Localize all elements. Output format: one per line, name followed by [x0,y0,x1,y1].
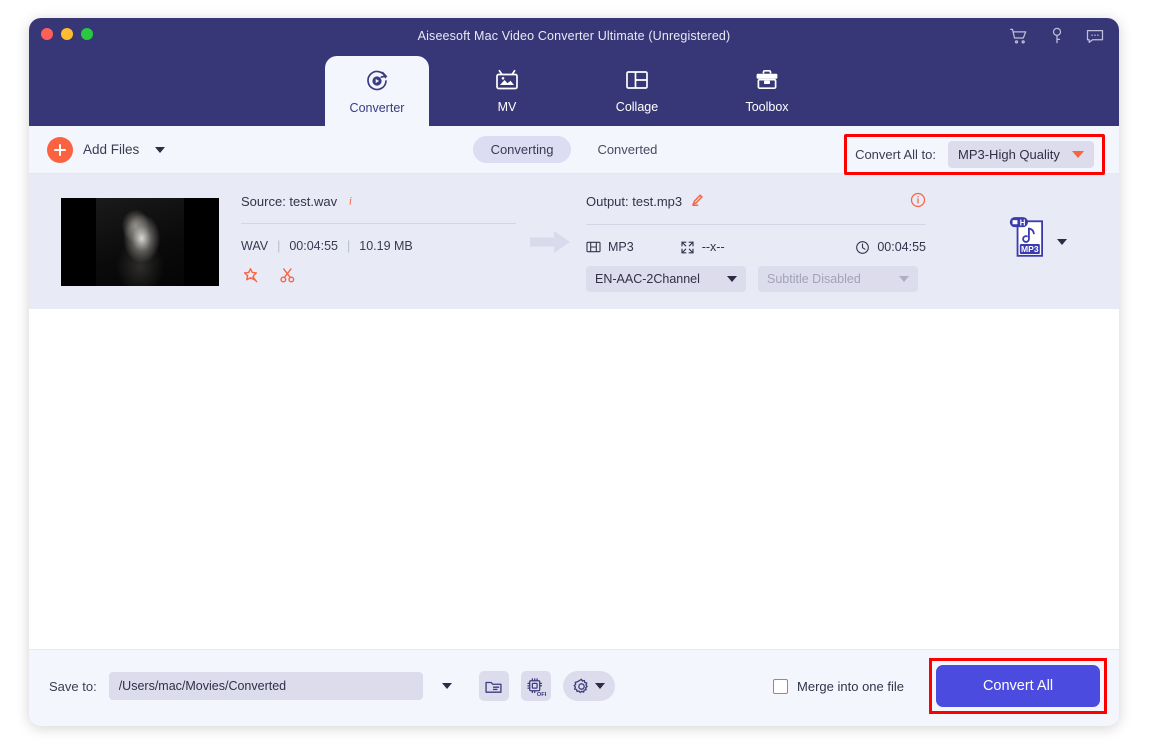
tab-converter-label: Converter [349,101,405,116]
folder-icon [485,681,502,693]
open-folder-button[interactable] [478,671,509,701]
save-path-field[interactable]: /Users/mac/Movies/Converted [108,672,423,700]
app-window: Aiseesoft Mac Video Converter Ultimate (… [29,18,1119,726]
source-filename: Source: test.wav [241,194,338,209]
source-edit-actions [241,266,516,290]
output-format-badge-group: MP3 H [1008,215,1099,268]
chevron-down-icon [595,683,606,689]
source-format: WAV [241,238,269,253]
convert-all-to-highlight: Convert All to: MP3-High Quality [844,134,1105,175]
chevron-down-icon [441,683,452,689]
chevron-down-icon [727,275,737,282]
title-bar-actions [1009,26,1105,46]
chevron-down-icon [1072,151,1084,158]
merge-label: Merge into one file [797,678,904,694]
converter-icon [363,67,391,95]
output-resolution-value: --x-- [701,240,725,254]
output-duration-spec: 00:04:55 [855,240,926,255]
mp3-format-badge-icon[interactable]: MP3 H [1008,215,1048,268]
output-format-value: MP3 [608,240,634,254]
bottom-bar: Save to: /Users/mac/Movies/Converted OFF [29,649,1119,722]
svg-text:MP3: MP3 [1021,244,1039,254]
meta-divider: | [347,238,351,253]
svg-text:H: H [1020,218,1026,227]
output-filename: Output: test.mp3 [586,193,683,209]
file-thumbnail [61,197,219,286]
scissors-trim-icon[interactable] [278,266,297,290]
title-bar: Aiseesoft Mac Video Converter Ultimate (… [29,18,1119,126]
output-info-icon[interactable] [910,192,926,211]
resize-icon [681,241,694,253]
hardware-acceleration-button[interactable]: OFF [520,671,551,701]
file-row[interactable]: Source: test.wav i WAV | 00:04:55 | 10.1… [29,174,1119,309]
output-format-spec: MP3 [586,240,634,254]
save-to-label: Save to: [49,678,97,694]
clock-icon [856,240,870,254]
source-column: Source: test.wav i WAV | 00:04:55 | 10.1… [241,194,516,290]
conversion-arrow-icon [530,229,572,255]
tab-collage[interactable]: Collage [585,54,689,126]
rename-pencil-icon[interactable] [690,193,704,210]
tab-mv[interactable]: MV [455,54,559,126]
tab-toolbox[interactable]: Toolbox [715,54,819,126]
film-icon [586,241,601,253]
audio-track-select[interactable]: EN-AAC-2Channel [586,265,746,292]
chip-icon: OFF [527,677,546,697]
tab-converter[interactable]: Converter [325,56,429,126]
cart-icon[interactable] [1009,26,1029,46]
key-icon[interactable] [1047,26,1067,46]
info-icon[interactable]: i [345,194,358,210]
convert-all-to-label: Convert All to: [855,147,936,162]
output-duration-value: 00:04:55 [877,240,926,254]
checkbox-icon [773,678,789,694]
source-title-row: Source: test.wav i [241,194,516,210]
convert-all-to-select[interactable]: MP3-High Quality [948,141,1094,168]
convert-all-button[interactable]: Convert All [936,665,1100,707]
convert-all-to-value: MP3-High Quality [958,147,1060,162]
collage-icon [623,66,651,94]
meta-divider: | [277,238,281,253]
merge-into-one-file-checkbox[interactable]: Merge into one file [773,678,904,694]
gear-icon [573,678,589,693]
convert-all-highlight: Convert All [929,658,1107,714]
segment-converting[interactable]: Converting [472,136,572,163]
tab-collage-label: Collage [615,100,659,115]
source-filesize: 10.19 MB [359,238,413,253]
format-badge-chevron-down-icon[interactable] [1057,238,1067,245]
output-specs: MP3 --x-- 00:04:55 [586,240,926,255]
file-list: Source: test.wav i WAV | 00:04:55 | 10.1… [29,174,1119,649]
magic-wand-edit-icon[interactable] [241,266,260,290]
source-meta: WAV | 00:04:55 | 10.19 MB [241,239,516,253]
thumbnail-artwork [96,197,184,286]
save-path-dropdown[interactable] [427,672,467,700]
main-tabs: Converter MV Collage Toolbox [29,54,1119,126]
output-resolution-spec: --x-- [680,240,725,255]
output-column: Output: test.mp3 MP3 --x-- 00:04:55 EN-A… [586,192,926,292]
hw-accel-state: OFF [537,691,546,696]
window-title: Aiseesoft Mac Video Converter Ultimate (… [417,29,731,43]
save-path-value: /Users/mac/Movies/Converted [118,679,287,693]
preferences-button[interactable] [562,671,615,701]
segment-converted[interactable]: Converted [579,136,675,163]
mv-icon [493,66,521,94]
svg-text:i: i [349,195,352,206]
output-track-selects: EN-AAC-2Channel Subtitle Disabled [586,265,926,292]
output-divider [586,223,926,225]
chevron-down-icon [899,275,909,282]
toolbar: Add Files Converting Converted Convert A… [29,126,1119,175]
source-divider [241,222,516,224]
toolbox-icon [753,66,781,94]
subtitle-track-value: Subtitle Disabled [767,271,861,286]
source-duration: 00:04:55 [289,238,339,253]
chat-icon[interactable] [1085,26,1105,46]
tab-toolbox-label: Toolbox [745,100,789,115]
audio-track-value: EN-AAC-2Channel [595,271,700,286]
output-title-row: Output: test.mp3 [586,192,926,211]
subtitle-track-select[interactable]: Subtitle Disabled [758,265,918,292]
tab-mv-label: MV [497,100,517,115]
